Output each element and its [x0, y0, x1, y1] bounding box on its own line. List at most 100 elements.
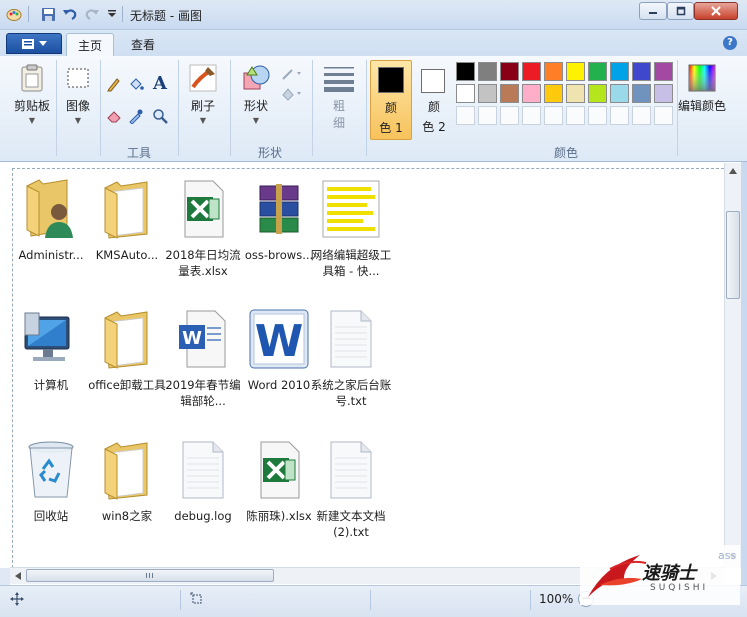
vertical-scroll-thumb[interactable]: [726, 211, 740, 299]
text-file-icon: [171, 436, 235, 504]
tab-view[interactable]: 查看: [120, 33, 166, 56]
text-file-icon: [319, 305, 383, 373]
word-doc-icon: W: [171, 305, 235, 373]
color-swatch[interactable]: [566, 62, 585, 81]
custom-color-swatch[interactable]: [632, 106, 651, 125]
tools-group-label: 工具: [126, 146, 151, 160]
fill-icon[interactable]: [280, 84, 304, 104]
save-icon[interactable]: [40, 6, 56, 22]
maximize-button[interactable]: [667, 2, 694, 20]
color-swatch[interactable]: [610, 84, 629, 103]
color-swatch[interactable]: [544, 84, 563, 103]
redo-icon[interactable]: [84, 6, 100, 22]
group-separator: [312, 60, 313, 156]
color-swatch[interactable]: [456, 62, 475, 81]
minimize-button[interactable]: [639, 2, 667, 20]
color-swatch[interactable]: [478, 62, 497, 81]
custom-color-swatch[interactable]: [522, 106, 541, 125]
shapes-button[interactable]: 形状 ▼: [234, 62, 278, 125]
desktop-file-item: win8之家: [88, 436, 166, 524]
title-bar: 无标题 - 画图: [0, 0, 747, 30]
desktop-file-item: 新建文本文档 (2).txt: [312, 436, 390, 540]
edit-colors-label: 编辑颜色: [678, 99, 727, 113]
excel-icon: [171, 175, 235, 243]
status-separator: [370, 590, 371, 610]
desktop-file-item: 计算机: [12, 305, 90, 393]
color-swatch[interactable]: [632, 62, 651, 81]
grip-icon: [146, 573, 153, 578]
color-swatch[interactable]: [654, 62, 673, 81]
file-name-label: oss-brows...: [244, 248, 314, 262]
text-tool-icon[interactable]: A: [150, 73, 170, 94]
line-width-icon: [323, 62, 355, 94]
paint-menu-button[interactable]: [6, 33, 62, 54]
file-name-label: KMSAuto...: [95, 248, 159, 262]
custom-color-swatch[interactable]: [588, 106, 607, 125]
status-separator: [180, 590, 181, 610]
color-swatch[interactable]: [610, 62, 629, 81]
folder-icon: [95, 436, 159, 504]
color-swatch[interactable]: [654, 84, 673, 103]
folder-icon: [95, 305, 159, 373]
color-swatch[interactable]: [500, 62, 519, 81]
desktop-file-item: W Word 2010: [240, 305, 318, 393]
close-icon: [711, 6, 721, 16]
chevron-down-icon: ▼: [252, 116, 260, 125]
color1-button[interactable]: 颜 色 1: [370, 60, 412, 140]
color-swatch[interactable]: [500, 84, 519, 103]
help-icon[interactable]: ?: [723, 36, 737, 50]
paint-app-icon[interactable]: [6, 6, 22, 22]
custom-color-swatch[interactable]: [654, 106, 673, 125]
color-swatch[interactable]: [588, 84, 607, 103]
fill-bucket-icon[interactable]: [126, 74, 146, 94]
custom-color-swatch[interactable]: [478, 106, 497, 125]
file-name-label: win8之家: [101, 509, 153, 523]
scroll-left-arrow-icon[interactable]: [12, 570, 24, 582]
edit-colors-button[interactable]: 编辑颜色: [678, 62, 726, 114]
color2-button[interactable]: 颜 色 2: [414, 60, 454, 140]
desktop-file-item: debug.log: [164, 436, 242, 524]
watermark-logo: 速骑士 SUQISHI ass: [580, 545, 740, 605]
window-title: 无标题 - 画图: [130, 9, 202, 23]
image-button[interactable]: 图像 ▼: [58, 62, 98, 125]
scroll-up-arrow-icon[interactable]: [727, 165, 739, 177]
size-button[interactable]: 粗 细: [316, 62, 362, 131]
desktop-file-item: KMSAuto...: [88, 175, 166, 263]
color-swatch[interactable]: [522, 62, 541, 81]
color-swatch[interactable]: [478, 84, 497, 103]
color-swatch[interactable]: [588, 62, 607, 81]
eraser-icon[interactable]: [104, 106, 124, 126]
color-swatch[interactable]: [456, 84, 475, 103]
magnifier-icon[interactable]: [150, 106, 170, 126]
computer-icon: [19, 305, 83, 373]
tab-home[interactable]: 主页: [66, 33, 114, 56]
color2-label-line2: 色 2: [422, 120, 446, 134]
color1-label-line1: 颜: [384, 101, 397, 115]
color-swatch[interactable]: [566, 84, 585, 103]
desktop-file-item: 2018年日均流量表.xlsx: [164, 175, 242, 279]
close-button[interactable]: [694, 2, 738, 20]
custom-color-swatch[interactable]: [566, 106, 585, 125]
custom-color-swatch[interactable]: [500, 106, 519, 125]
brushes-button[interactable]: 刷子 ▼: [182, 62, 224, 125]
color-swatch[interactable]: [522, 84, 541, 103]
outline-icon[interactable]: [280, 64, 304, 84]
horizontal-scroll-thumb[interactable]: [26, 569, 274, 582]
color-swatch[interactable]: [544, 62, 563, 81]
status-separator: [530, 590, 531, 610]
clipboard-button[interactable]: 剪贴板 ▼: [10, 62, 54, 125]
color-picker-icon[interactable]: [126, 106, 146, 126]
text-doc-yellow-icon: [319, 175, 383, 243]
vertical-scrollbar[interactable]: [724, 163, 741, 568]
cursor-position-icon: [10, 592, 24, 609]
watermark-subtext: SUQISHI: [650, 583, 709, 593]
qat-customize-dropdown-icon[interactable]: [104, 6, 120, 22]
custom-color-swatch[interactable]: [544, 106, 563, 125]
file-name-label: Word 2010: [247, 378, 311, 392]
pencil-icon[interactable]: [104, 74, 124, 94]
custom-color-swatch[interactable]: [610, 106, 629, 125]
color-swatch[interactable]: [632, 84, 651, 103]
clipboard-label: 剪贴板: [13, 99, 50, 113]
custom-color-swatch[interactable]: [456, 106, 475, 125]
undo-icon[interactable]: [62, 6, 78, 22]
